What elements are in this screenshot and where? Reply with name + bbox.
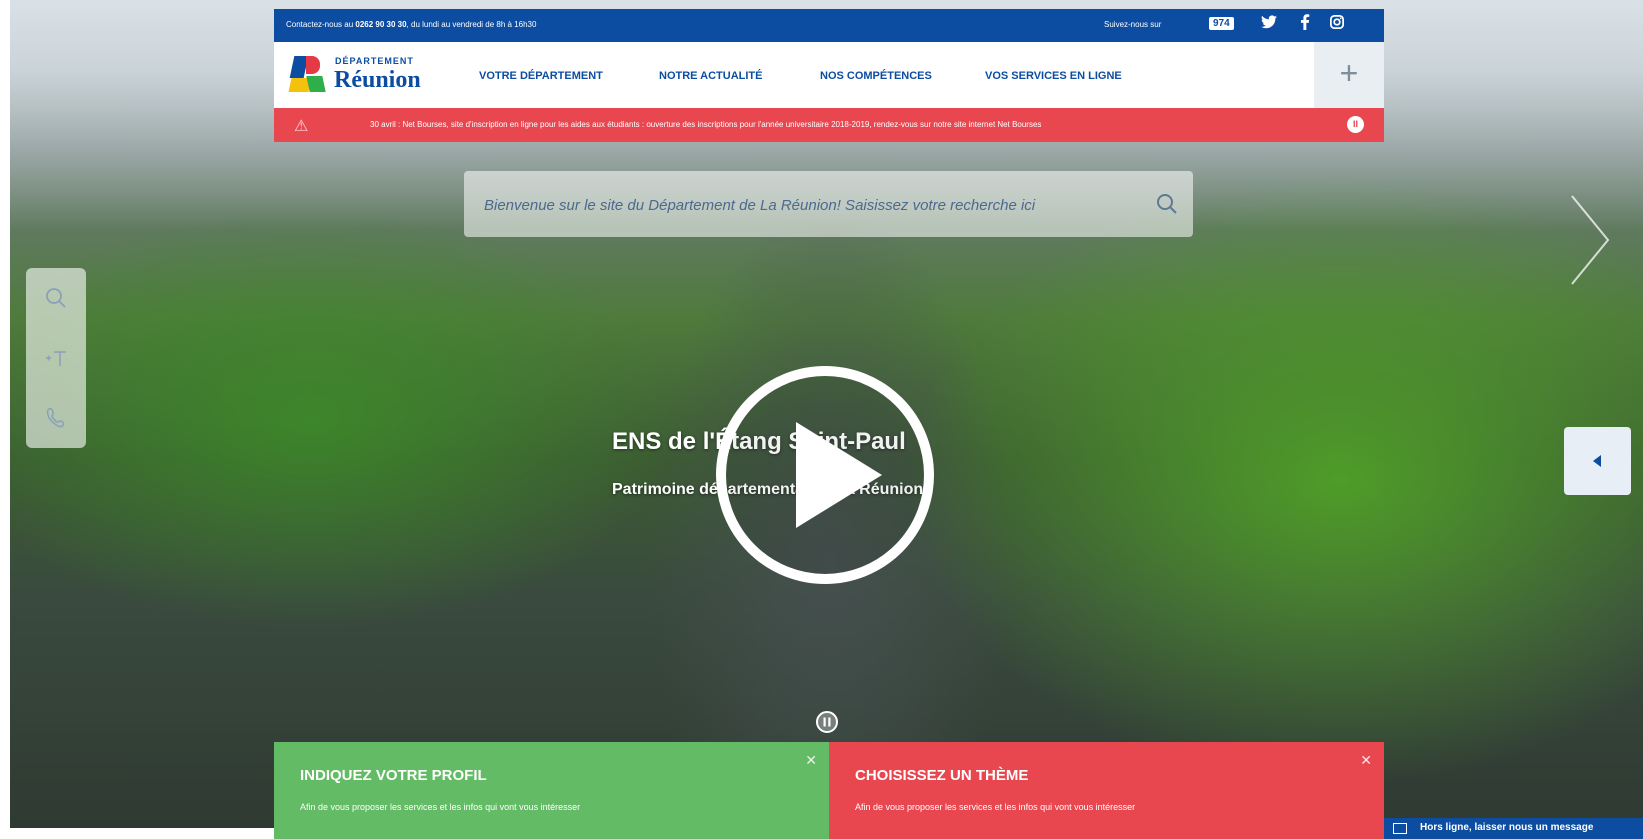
theme-card[interactable]: CHOISISSEZ UN THÈME Afin de vous propose… [829, 742, 1384, 839]
theme-card-desc: Afin de vous proposer les services et le… [855, 802, 1136, 812]
search-icon[interactable] [40, 282, 72, 314]
nav-vos-services-en-ligne[interactable]: VOS SERVICES EN LIGNE [985, 70, 1122, 82]
alert-pause-icon[interactable]: II [1347, 116, 1364, 133]
logo-line1: DÉPARTEMENT [335, 56, 414, 66]
slider-pause-icon[interactable] [815, 710, 839, 734]
contact-prefix: Contactez-nous au [286, 20, 356, 29]
logo-mark-icon [288, 54, 328, 94]
chat-label: Hors ligne, laisser nous un message [1420, 822, 1594, 833]
nav-votre-departement[interactable]: VOTRE DÉPARTEMENT [479, 70, 603, 82]
play-video-icon[interactable] [712, 362, 938, 588]
contact-phone[interactable]: 0262 90 30 30 [355, 20, 406, 29]
twitter-icon[interactable] [1259, 14, 1279, 34]
site-logo[interactable]: DÉPARTEMENT Réunion [288, 54, 448, 94]
phone-icon[interactable] [40, 402, 72, 434]
follow-label: Suivez-nous sur [1104, 20, 1162, 29]
instagram-icon[interactable] [1327, 14, 1347, 34]
menu-plus-button[interactable]: + [1314, 42, 1384, 108]
profile-card[interactable]: INDIQUEZ VOTRE PROFIL Afin de vous propo… [274, 742, 829, 839]
nav-notre-actualite[interactable]: NOTRE ACTUALITÉ [659, 70, 762, 82]
top-contact-bar: Contactez-nous au 0262 90 30 30, du lund… [274, 9, 1384, 42]
chat-widget[interactable]: Hors ligne, laisser nous un message [1384, 818, 1643, 839]
contact-suffix: , du lundi au vendredi de 8h à 16h30 [406, 20, 537, 29]
text-size-icon[interactable] [40, 342, 72, 374]
side-drawer-button[interactable] [1564, 427, 1631, 495]
974-icon[interactable]: 974 [1209, 17, 1234, 30]
caret-left-icon [1593, 455, 1601, 467]
search-box [464, 171, 1193, 237]
nav-nos-competences[interactable]: NOS COMPÉTENCES [820, 70, 932, 82]
logo-line2: Réunion [334, 67, 421, 93]
theme-card-title: CHOISISSEZ UN THÈME [855, 767, 1029, 784]
quick-tools-panel [26, 268, 86, 448]
close-icon[interactable]: ✕ [1360, 752, 1372, 769]
close-icon[interactable]: ✕ [805, 752, 817, 769]
search-input[interactable] [482, 189, 1106, 221]
profile-card-desc: Afin de vous proposer les services et le… [300, 802, 581, 812]
next-slide-arrow-icon[interactable] [1558, 190, 1618, 290]
contact-info: Contactez-nous au 0262 90 30 30, du lund… [286, 20, 536, 29]
alert-text[interactable]: 30 avril : Net Bourses, site d'inscripti… [370, 120, 1041, 129]
search-icon[interactable] [1150, 187, 1184, 221]
facebook-icon[interactable] [1295, 14, 1315, 34]
alert-banner: ⚠ 30 avril : Net Bourses, site d'inscrip… [274, 108, 1384, 142]
warning-icon: ⚠ [294, 118, 309, 135]
profile-card-title: INDIQUEZ VOTRE PROFIL [300, 767, 487, 784]
main-navbar: DÉPARTEMENT Réunion VOTRE DÉPARTEMENT NO… [274, 42, 1384, 108]
envelope-icon [1393, 823, 1407, 834]
